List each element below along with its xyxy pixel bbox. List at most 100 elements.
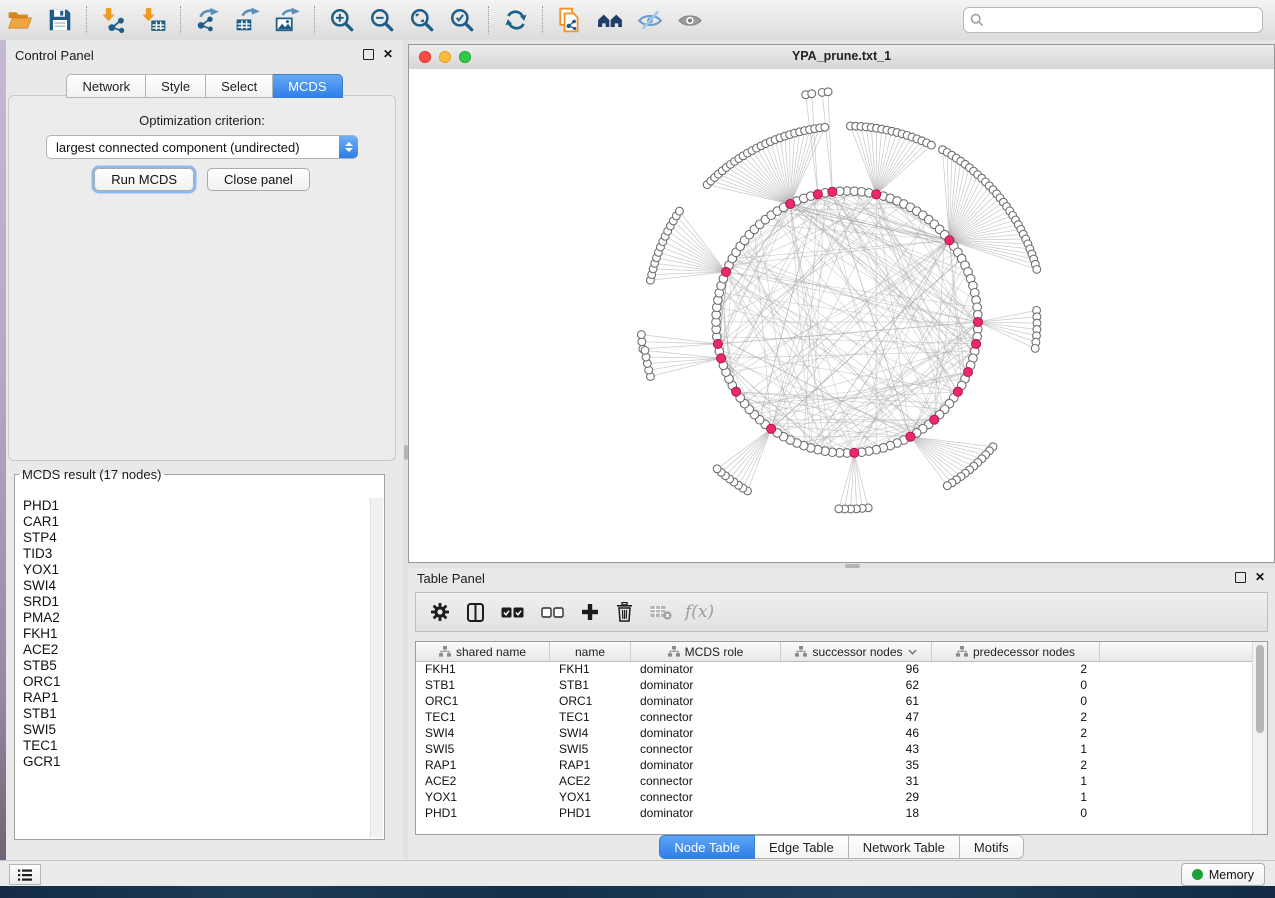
mcds-result-item[interactable]: TEC1 <box>16 738 371 754</box>
table-cell[interactable]: dominator <box>631 661 781 677</box>
hide-selected-button[interactable] <box>630 4 670 36</box>
show-all-button[interactable] <box>670 4 710 36</box>
run-mcds-button[interactable]: Run MCDS <box>94 168 194 191</box>
graph-node[interactable] <box>835 505 843 513</box>
mcds-result-item[interactable]: SWI4 <box>16 578 371 594</box>
memory-button[interactable]: Memory <box>1181 863 1265 886</box>
table-cell[interactable]: dominator <box>631 693 781 709</box>
table-cell[interactable]: 1 <box>932 773 1100 789</box>
mcds-result-item[interactable]: TID3 <box>16 546 371 562</box>
table-cell[interactable]: 31 <box>781 773 932 789</box>
table-cell[interactable]: 1 <box>932 789 1100 805</box>
table-row[interactable]: ORC1ORC1dominator610 <box>416 693 1253 709</box>
table-cell[interactable]: 0 <box>932 805 1100 821</box>
mcds-result-item[interactable]: YOX1 <box>16 562 371 578</box>
tab-select[interactable]: Select <box>206 74 273 98</box>
mcds-result-item[interactable]: STB5 <box>16 658 371 674</box>
tab-node-table[interactable]: Node Table <box>659 835 755 859</box>
table-row[interactable]: TEC1TEC1connector472 <box>416 709 1253 725</box>
mcds-result-scrollbar[interactable] <box>370 498 383 838</box>
table-cell[interactable]: TEC1 <box>550 709 631 725</box>
network-graph[interactable] <box>409 69 1274 562</box>
graph-mcds-node[interactable] <box>953 387 962 396</box>
mcds-result-item[interactable]: SWI5 <box>16 722 371 738</box>
table-cell[interactable]: YOX1 <box>550 789 631 805</box>
table-cell[interactable]: 2 <box>932 757 1100 773</box>
destroy-table-button[interactable] <box>650 605 672 620</box>
mcds-result-item[interactable]: STP4 <box>16 530 371 546</box>
table-cell[interactable]: STB1 <box>550 677 631 693</box>
table-row[interactable]: SWI4SWI4dominator462 <box>416 725 1253 741</box>
graph-node[interactable] <box>808 90 816 98</box>
graph-mcds-node[interactable] <box>813 190 822 199</box>
table-cell[interactable]: 0 <box>932 693 1100 709</box>
table-cell[interactable]: dominator <box>631 725 781 741</box>
table-cell[interactable]: dominator <box>631 805 781 821</box>
search-input[interactable] <box>989 12 1256 29</box>
table-cell[interactable]: TEC1 <box>416 709 550 725</box>
graph-mcds-node[interactable] <box>722 267 731 276</box>
table-cell[interactable]: STB1 <box>416 677 550 693</box>
mcds-result-item[interactable]: FKH1 <box>16 626 371 642</box>
table-row[interactable]: YOX1YOX1connector291 <box>416 789 1253 805</box>
clone-network-button[interactable] <box>550 4 590 36</box>
table-cell[interactable]: 61 <box>781 693 932 709</box>
mcds-result-item[interactable]: ORC1 <box>16 674 371 690</box>
graph-node[interactable] <box>1031 345 1039 353</box>
graph-mcds-node[interactable] <box>930 415 939 424</box>
table-cell[interactable]: 46 <box>781 725 932 741</box>
mcds-result-item[interactable]: STB1 <box>16 706 371 722</box>
graph-node[interactable] <box>821 123 829 131</box>
table-row[interactable]: ACE2ACE2connector311 <box>416 773 1253 789</box>
first-neighbors-button[interactable] <box>590 4 630 36</box>
mcds-result-item[interactable]: RAP1 <box>16 690 371 706</box>
table-cell[interactable]: 29 <box>781 789 932 805</box>
delete-column-button[interactable] <box>616 602 633 622</box>
table-cell[interactable]: 2 <box>932 709 1100 725</box>
zoom-out-button[interactable] <box>362 4 402 36</box>
tab-mcds[interactable]: MCDS <box>273 74 342 98</box>
graph-mcds-node[interactable] <box>906 432 915 441</box>
table-cell[interactable]: PHD1 <box>550 805 631 821</box>
table-cell[interactable]: ORC1 <box>416 693 550 709</box>
table-row[interactable]: PHD1PHD1dominator180 <box>416 805 1253 821</box>
tab-motifs[interactable]: Motifs <box>960 835 1024 859</box>
table-cell[interactable]: connector <box>631 741 781 757</box>
column-header-MCDS-role[interactable]: MCDS role <box>631 642 781 661</box>
graph-mcds-node[interactable] <box>945 236 954 245</box>
tab-style[interactable]: Style <box>146 74 206 98</box>
table-cell[interactable]: ORC1 <box>550 693 631 709</box>
table-cell[interactable]: connector <box>631 709 781 725</box>
graph-mcds-node[interactable] <box>974 318 983 327</box>
graph-node[interactable] <box>676 207 684 215</box>
import-table-button[interactable] <box>134 4 174 36</box>
table-cell[interactable]: 35 <box>781 757 932 773</box>
close-panel-button[interactable]: Close panel <box>207 168 310 191</box>
network-canvas[interactable] <box>409 69 1274 562</box>
function-builder-button[interactable]: f(x) <box>685 602 714 622</box>
graph-node[interactable] <box>928 141 936 149</box>
export-network-button[interactable] <box>188 4 228 36</box>
graph-mcds-node[interactable] <box>732 387 741 396</box>
graph-mcds-node[interactable] <box>767 424 776 433</box>
table-scrollbar[interactable] <box>1252 642 1267 834</box>
table-cell[interactable]: FKH1 <box>416 661 550 677</box>
table-cell[interactable]: 96 <box>781 661 932 677</box>
splitter-grip[interactable] <box>404 445 408 460</box>
show-task-history-button[interactable] <box>9 864 41 885</box>
mcds-result-item[interactable]: SRD1 <box>16 594 371 610</box>
import-network-button[interactable] <box>94 4 134 36</box>
float-panel-icon[interactable] <box>1235 572 1246 583</box>
mcds-result-item[interactable]: PMA2 <box>16 610 371 626</box>
table-row[interactable]: FKH1FKH1dominator962 <box>416 661 1253 677</box>
show-columns-button[interactable] <box>467 603 484 622</box>
graph-node[interactable] <box>1033 266 1041 274</box>
zoom-fit-button[interactable] <box>402 4 442 36</box>
table-cell[interactable]: 2 <box>932 725 1100 741</box>
zoom-in-button[interactable] <box>322 4 362 36</box>
mcds-result-item[interactable]: ACE2 <box>16 642 371 658</box>
table-cell[interactable]: SWI5 <box>550 741 631 757</box>
graph-mcds-node[interactable] <box>872 190 881 199</box>
table-cell[interactable]: ACE2 <box>416 773 550 789</box>
graph-mcds-node[interactable] <box>717 354 726 363</box>
